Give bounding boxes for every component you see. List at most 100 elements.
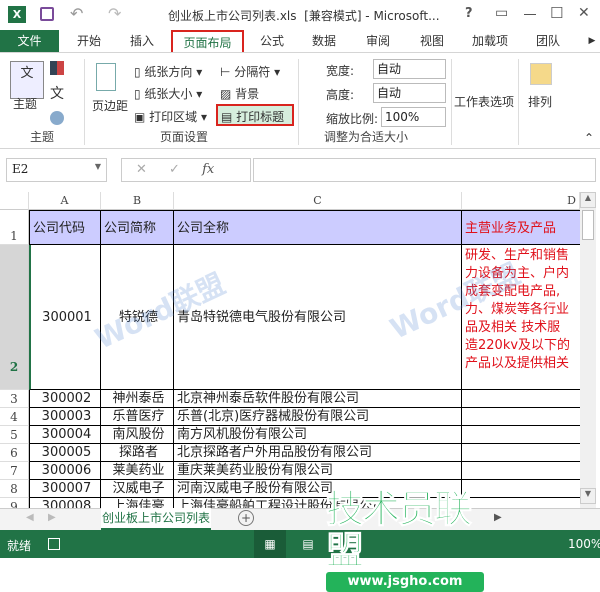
cell-code[interactable]: 300003 xyxy=(29,408,101,426)
save-icon[interactable] xyxy=(40,7,54,21)
cancel-icon[interactable]: ✕ xyxy=(136,162,147,177)
cell-short[interactable]: 莱美药业 xyxy=(101,462,174,480)
cell-short[interactable]: 神州泰岳 xyxy=(101,390,174,408)
print-area-button[interactable]: ▣ 打印区域 ▾ xyxy=(134,108,207,125)
next-sheet-icon[interactable]: ▶ xyxy=(48,512,56,523)
cell-full[interactable]: 南方风机股份有限公司 xyxy=(174,426,462,444)
cell-full[interactable]: 北京探路者户外用品股份有限公司 xyxy=(174,444,462,462)
header-cell-full[interactable]: 公司全称 xyxy=(174,210,462,245)
insert-function-icon[interactable]: fx xyxy=(202,162,214,177)
header-cell-short[interactable]: 公司简称 xyxy=(101,210,174,245)
row-header-7[interactable]: 7 xyxy=(0,462,29,480)
cell-short[interactable]: 汉威电子 xyxy=(101,480,174,498)
breaks-button[interactable]: ⊢ 分隔符 ▾ xyxy=(220,63,280,80)
tab-home[interactable]: 开始 xyxy=(64,30,114,52)
effects-icon[interactable] xyxy=(50,111,64,125)
scale-spinner[interactable]: 100% xyxy=(381,107,446,127)
close-button[interactable]: ✕ xyxy=(578,5,590,21)
sheet-tab-active[interactable]: 创业板上市公司列表 xyxy=(101,508,211,530)
name-box[interactable]: E2 ▼ xyxy=(6,158,107,182)
background-button[interactable]: ▨ 背景 xyxy=(220,85,259,102)
column-header-a[interactable]: A xyxy=(29,192,101,210)
height-select[interactable]: 自动 xyxy=(373,83,446,103)
cell-code[interactable]: 300001 xyxy=(29,245,101,390)
row-header-5[interactable]: 5 xyxy=(0,426,29,444)
tab-team[interactable]: 团队 xyxy=(528,30,568,52)
fonts-icon[interactable]: 文 xyxy=(50,83,64,103)
row-header-8[interactable]: 8 xyxy=(0,480,29,498)
minimize-button[interactable] xyxy=(524,14,536,15)
add-sheet-icon[interactable]: + xyxy=(238,510,254,526)
column-header-d[interactable]: D xyxy=(462,192,580,210)
maximize-button[interactable]: ☐ xyxy=(550,4,563,22)
cell-short[interactable]: 上海佳豪 xyxy=(101,498,174,508)
cell-full[interactable]: 重庆莱美药业股份有限公司 xyxy=(174,462,462,480)
column-header-b[interactable]: B xyxy=(101,192,174,210)
cell-full[interactable]: 乐普(北京)医疗器械股份有限公司 xyxy=(174,408,462,426)
row-header-4[interactable]: 4 xyxy=(0,408,29,426)
header-cell-code[interactable]: 公司代码 xyxy=(29,210,101,245)
cell-code[interactable]: 300006 xyxy=(29,462,101,480)
cell-code[interactable]: 300007 xyxy=(29,480,101,498)
arrange-icon xyxy=(530,63,552,85)
tab-review[interactable]: 审阅 xyxy=(358,30,398,52)
row-header-3[interactable]: 3 xyxy=(0,390,29,408)
row-header-1[interactable]: 1 xyxy=(0,210,29,245)
arrange-button[interactable]: 排列 xyxy=(528,93,552,110)
tab-file[interactable]: 文件 xyxy=(0,30,59,52)
formula-input[interactable] xyxy=(253,158,596,182)
cell-short[interactable]: 南风股份 xyxy=(101,426,174,444)
size-button[interactable]: ▯ 纸张大小 ▾ xyxy=(134,85,202,102)
horizontal-scroll-right[interactable]: ▶ xyxy=(494,512,502,523)
business-line: 造220kv及以下的 xyxy=(465,338,571,353)
themes-label[interactable]: 主题 xyxy=(13,95,37,112)
width-select[interactable]: 自动 xyxy=(373,59,446,79)
tab-insert[interactable]: 插入 xyxy=(118,30,166,52)
help-button[interactable]: ? xyxy=(465,6,473,21)
cell-business[interactable] xyxy=(462,390,580,408)
enter-icon[interactable]: ✓ xyxy=(169,162,180,177)
page-layout-view-button[interactable]: ▤ xyxy=(295,530,321,558)
cell-code[interactable]: 300005 xyxy=(29,444,101,462)
select-all[interactable] xyxy=(0,192,29,210)
zoom-level[interactable]: 100% xyxy=(568,537,600,551)
header-cell-business[interactable]: 主营业务及产品 xyxy=(462,210,580,245)
cell-business[interactable] xyxy=(462,462,580,480)
cell-business[interactable] xyxy=(462,408,580,426)
row-header-6[interactable]: 6 xyxy=(0,444,29,462)
width-label: 宽度: xyxy=(326,64,355,78)
sheet-tab-bar: ◀ ▶ 创业板上市公司列表 + ▶ xyxy=(0,508,600,530)
cell-business[interactable] xyxy=(462,426,580,444)
cell-business[interactable] xyxy=(462,444,580,462)
normal-view-button[interactable]: ▦ xyxy=(254,530,286,558)
cell-code[interactable]: 300008 xyxy=(29,498,101,508)
print-titles-button[interactable]: ▤ 打印标题 xyxy=(216,104,294,126)
cell-short[interactable]: 乐普医疗 xyxy=(101,408,174,426)
cell-full[interactable]: 北京神州泰岳软件股份有限公司 xyxy=(174,390,462,408)
tab-view[interactable]: 视图 xyxy=(412,30,452,52)
scrollbar-thumb[interactable] xyxy=(582,210,594,240)
cell-short[interactable]: 探路者 xyxy=(101,444,174,462)
tab-formulas[interactable]: 公式 xyxy=(252,30,292,52)
tab-data[interactable]: 数据 xyxy=(304,30,344,52)
ribbon-display-button[interactable]: ▭ xyxy=(495,5,508,21)
orientation-button[interactable]: ▯ 纸张方向 ▾ xyxy=(134,63,202,80)
cell-code[interactable]: 300002 xyxy=(29,390,101,408)
macro-record-icon[interactable] xyxy=(48,538,60,550)
tab-page-layout[interactable]: 页面布局 xyxy=(171,30,244,53)
prev-sheet-icon[interactable]: ◀ xyxy=(26,512,34,523)
collapse-ribbon-icon[interactable]: ⌃ xyxy=(584,131,594,145)
row-header-2[interactable]: 2 xyxy=(0,245,29,390)
vertical-scrollbar[interactable]: ▲ ▼ xyxy=(580,192,596,508)
themes-button[interactable]: 文 xyxy=(10,61,44,99)
redo-icon[interactable]: ↷ xyxy=(108,4,121,23)
column-header-c[interactable]: C xyxy=(174,192,462,210)
sheet-options-button[interactable]: 工作表选项 xyxy=(454,93,514,110)
tab-addins[interactable]: 加载项 xyxy=(465,30,515,52)
colors-icon[interactable] xyxy=(50,61,64,75)
undo-icon[interactable]: ↶ xyxy=(70,4,83,23)
cell-code[interactable]: 300004 xyxy=(29,426,101,444)
tabs-scroll-right[interactable]: ▶ xyxy=(586,30,598,52)
row-header-9[interactable]: 9 xyxy=(0,498,29,508)
margins-button[interactable]: 页边距 xyxy=(92,97,128,114)
